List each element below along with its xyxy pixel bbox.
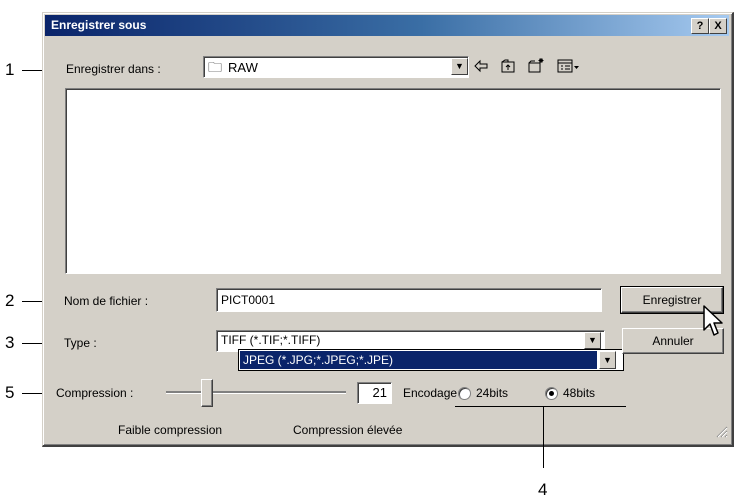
type-option-jpeg[interactable]: JPEG (*.JPG;*.JPEG;*.JPE) <box>240 351 597 369</box>
callout-3: 3 <box>5 333 15 352</box>
callout-4: 4 <box>538 480 548 499</box>
file-list[interactable] <box>65 88 721 274</box>
callout-1: 1 <box>5 60 15 79</box>
save-in-dropdown[interactable]: 🗀 RAW ▼ <box>203 56 469 78</box>
type-option-jpeg-label: JPEG (*.JPG;*.JPEG;*.JPE) <box>243 353 394 367</box>
save-in-dropdown-arrow[interactable]: ▼ <box>451 58 468 75</box>
compression-slider-track[interactable] <box>166 391 346 394</box>
save-in-value: RAW <box>228 60 258 75</box>
callout-4-line <box>543 406 544 468</box>
type-open-list-arrow[interactable]: ▼ <box>599 351 616 369</box>
compression-value: 21 <box>372 385 387 400</box>
close-button[interactable]: X <box>709 18 727 34</box>
new-folder-icon[interactable] <box>527 57 545 74</box>
encoding-label: Encodage <box>403 386 458 400</box>
type-dropdown-open-list[interactable]: JPEG (*.JPG;*.JPEG;*.JPE) ▼ <box>238 349 624 371</box>
resize-grip-icon[interactable] <box>714 424 728 438</box>
view-menu-icon[interactable] <box>557 58 581 74</box>
up-folder-icon[interactable] <box>500 58 516 74</box>
encoding-48bits-radio[interactable] <box>545 387 558 400</box>
folder-icon: 🗀 <box>208 59 222 75</box>
save-in-label: Enregistrer dans : <box>66 62 161 76</box>
type-value: TIFF (*.TIF;*.TIFF) <box>221 333 321 347</box>
cancel-button-label: Annuler <box>652 334 694 348</box>
compression-slider-thumb[interactable] <box>200 379 213 407</box>
callout-2: 2 <box>5 291 15 310</box>
help-button[interactable]: ? <box>691 18 709 34</box>
filename-label: Nom de fichier : <box>64 294 149 308</box>
encoding-24bits-radio[interactable] <box>458 387 471 400</box>
encoding-48bits-label[interactable]: 48bits <box>563 386 595 400</box>
encoding-24bits-label[interactable]: 24bits <box>476 386 508 400</box>
callout-5: 5 <box>5 383 15 402</box>
type-label: Type : <box>64 336 97 350</box>
window-title: Enregistrer sous <box>51 18 147 32</box>
compression-min-label: Faible compression <box>118 423 223 437</box>
filename-value: PICT0001 <box>221 293 276 307</box>
callout-4-bracket <box>455 406 626 407</box>
type-dropdown-arrow[interactable]: ▼ <box>584 332 601 349</box>
save-button-label: Enregistrer <box>642 293 702 307</box>
mouse-cursor-icon <box>702 304 726 342</box>
filename-input[interactable]: PICT0001 <box>216 288 602 312</box>
compression-value-box: 21 <box>357 382 392 404</box>
title-bar: Enregistrer sous ? X <box>45 15 729 36</box>
compression-max-label: Compression élevée <box>293 423 403 437</box>
back-arrow-icon[interactable] <box>473 58 489 74</box>
compression-label: Compression : <box>56 386 134 400</box>
